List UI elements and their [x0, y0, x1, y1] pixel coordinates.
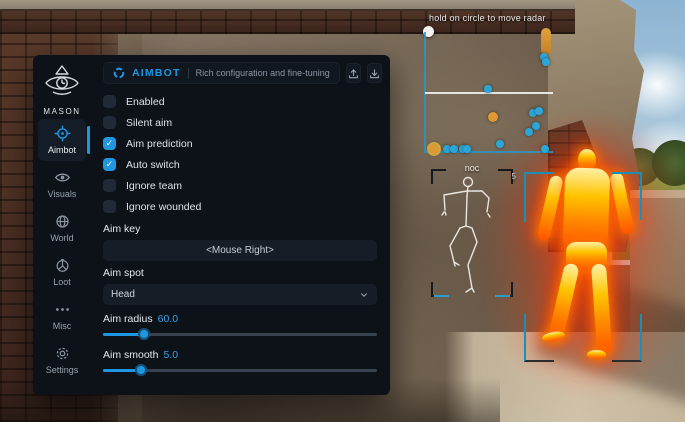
loot-icon: [54, 257, 71, 274]
aim-radius-slider[interactable]: [103, 328, 377, 341]
esp-box-corner-bottom-right: [612, 314, 642, 362]
esp-box-corner-bottom-left: [524, 314, 554, 362]
sidebar-item-label: Aimbot: [48, 145, 76, 155]
checkbox-ignore-team[interactable]: [103, 179, 116, 192]
option-enabled[interactable]: Enabled: [103, 91, 377, 112]
aim-smooth-slider[interactable]: [103, 364, 377, 377]
cheat-menu-panel: MASON Aimbot Visuals: [33, 55, 390, 395]
radar-orange-marker: [541, 28, 551, 55]
download-icon: [368, 67, 381, 80]
eye-icon: [54, 169, 71, 186]
checkbox-silent-aim[interactable]: [103, 116, 116, 129]
radar-hint-text: hold on circle to move radar: [429, 13, 546, 23]
radar-dot-blue: [463, 145, 471, 153]
radar-dot-orange: [429, 144, 439, 154]
esp-box-corner-top-left: [524, 172, 554, 222]
upload-icon: [347, 67, 360, 80]
concrete-cap: [0, 0, 575, 11]
sidebar-item-settings[interactable]: Settings: [38, 339, 86, 381]
player-right-foot: [587, 350, 606, 359]
option-ignore-wounded[interactable]: Ignore wounded: [103, 196, 377, 217]
brand-logo: MASON: [33, 64, 91, 116]
options-list: Enabled Silent aim Aim prediction Auto s…: [103, 91, 377, 217]
option-label: Ignore wounded: [126, 201, 201, 213]
option-label: Ignore team: [126, 180, 182, 192]
dots-icon: [54, 301, 71, 318]
import-config-button[interactable]: [346, 63, 361, 83]
sidebar-item-aimbot[interactable]: Aimbot: [38, 119, 86, 161]
aim-spot-label: Aim spot: [103, 267, 377, 279]
aim-smooth-row: Aim smooth 5.0: [103, 349, 377, 361]
sidebar-item-world[interactable]: World: [38, 207, 86, 249]
radar-dot-blue: [525, 128, 533, 136]
page-subtitle: Rich configuration and fine-tuning: [196, 68, 330, 78]
sidebar-item-misc[interactable]: Misc: [38, 295, 86, 337]
option-label: Auto switch: [126, 159, 180, 171]
option-label: Aim prediction: [126, 138, 193, 150]
aim-key-binding-button[interactable]: <Mouse Right>: [103, 240, 377, 261]
slider-thumb[interactable]: [135, 364, 147, 376]
radar[interactable]: [422, 26, 555, 154]
panel-header-box: AIMBOT Rich configuration and fine-tunin…: [103, 62, 340, 84]
sidebar-item-loot[interactable]: Loot: [38, 251, 86, 293]
page-title: AIMBOT: [132, 67, 181, 79]
panel-header: AIMBOT Rich configuration and fine-tunin…: [103, 62, 377, 84]
sidebar-item-label: Visuals: [48, 189, 77, 199]
radar-dot-blue: [541, 145, 549, 153]
sidebar-item-label: Misc: [53, 321, 72, 331]
option-silent-aim[interactable]: Silent aim: [103, 112, 377, 133]
skeleton-bones: [431, 169, 513, 297]
checkbox-ignore-wounded[interactable]: [103, 200, 116, 213]
sidebar-item-label: World: [50, 233, 73, 243]
player-torso: [563, 167, 611, 249]
aim-radius-label: Aim radius: [103, 313, 153, 325]
aim-spot-select[interactable]: Head: [103, 284, 377, 305]
aim-smooth-label: Aim smooth: [103, 349, 158, 361]
panel-content: AIMBOT Rich configuration and fine-tunin…: [91, 55, 390, 395]
radar-dot-blue: [450, 145, 458, 153]
radar-dot-blue: [535, 107, 543, 115]
checkbox-enabled[interactable]: [103, 95, 116, 108]
header-divider: [188, 68, 189, 79]
sidebar-item-label: Settings: [46, 365, 79, 375]
sidebar-item-label: Loot: [53, 277, 71, 287]
mason-eye-icon: [42, 64, 82, 100]
game-screen: hold on circle to move radar noc 5: [0, 0, 685, 422]
esp-box-corner-top-right: [612, 172, 642, 220]
checkbox-aim-prediction[interactable]: [103, 137, 116, 150]
option-aim-prediction[interactable]: Aim prediction: [103, 133, 377, 154]
aim-key-label: Aim key: [103, 223, 377, 235]
skeleton-esp-box: noc 5: [431, 169, 513, 297]
sidebar-item-visuals[interactable]: Visuals: [38, 163, 86, 205]
sidebar: MASON Aimbot Visuals: [33, 55, 91, 395]
radar-dot-blue: [532, 122, 540, 130]
aim-radius-value: 60.0: [158, 313, 178, 325]
globe-icon: [54, 213, 71, 230]
option-ignore-team[interactable]: Ignore team: [103, 175, 377, 196]
player-right-leg: [591, 263, 612, 354]
brand-name: MASON: [33, 107, 91, 116]
chevron-down-icon: [359, 290, 369, 300]
export-config-button[interactable]: [367, 63, 382, 83]
crosshair-icon: [54, 125, 71, 142]
sidebar-nav: Aimbot Visuals World: [33, 119, 91, 381]
option-auto-switch[interactable]: Auto switch: [103, 154, 377, 175]
option-label: Silent aim: [126, 117, 172, 129]
radar-dot-orange: [488, 112, 498, 122]
radar-dot-blue: [542, 58, 550, 66]
checkbox-auto-switch[interactable]: [103, 158, 116, 171]
aim-smooth-value: 5.0: [163, 349, 178, 361]
aim-radius-row: Aim radius 60.0: [103, 313, 377, 325]
ring-icon: [113, 67, 125, 79]
slider-thumb[interactable]: [138, 328, 150, 340]
gear-icon: [54, 345, 71, 362]
radar-dot-blue: [484, 85, 492, 93]
aim-spot-value: Head: [111, 289, 135, 300]
option-label: Enabled: [126, 96, 165, 108]
radar-dot-blue: [496, 140, 504, 148]
